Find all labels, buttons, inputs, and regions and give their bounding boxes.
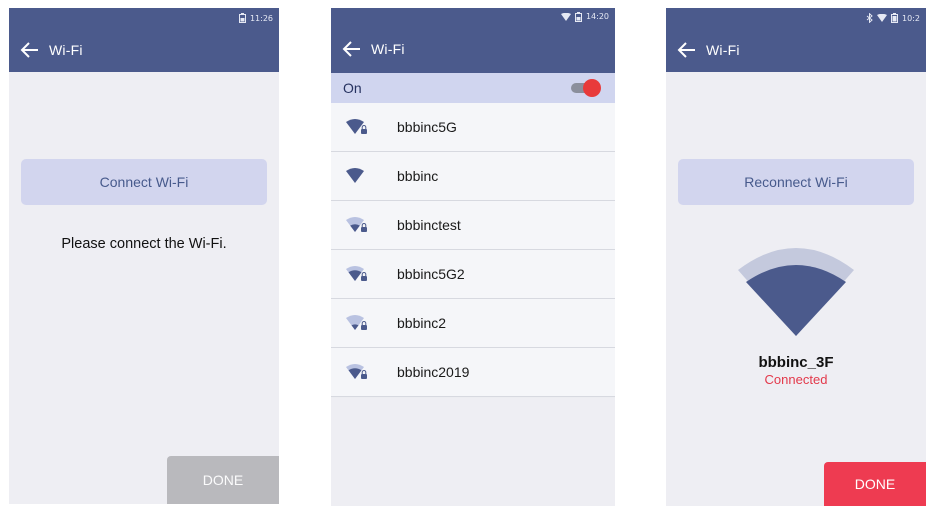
- network-ssid: bbbinc: [397, 168, 439, 184]
- connect-wifi-screen: 11:26 Wi-Fi Connect Wi-Fi Please connect…: [9, 8, 279, 504]
- network-ssid: bbbinc5G: [397, 119, 457, 135]
- wifi-locked-icon: [346, 315, 367, 330]
- network-item[interactable]: bbbinc5G2: [331, 250, 615, 299]
- status-time: 14:20: [585, 12, 609, 21]
- done-button[interactable]: DONE: [167, 456, 279, 504]
- reconnect-wifi-screen: 10:2 Wi-Fi Reconnect Wi-Fi bbbinc_3F Con…: [666, 8, 926, 506]
- status-bar: 14:20: [331, 8, 615, 25]
- network-item[interactable]: bbbinc5G: [331, 103, 615, 152]
- back-arrow-icon[interactable]: [341, 38, 363, 60]
- wifi-signal-icon: [738, 248, 854, 336]
- app-bar: Wi-Fi: [331, 25, 615, 73]
- done-button[interactable]: DONE: [824, 462, 926, 506]
- wifi-toggle-label: On: [343, 80, 362, 96]
- wifi-locked-icon: [346, 364, 367, 379]
- connection-status: Connected: [764, 372, 828, 387]
- app-bar: Wi-Fi: [9, 28, 279, 72]
- wifi-toggle-row[interactable]: On: [331, 73, 615, 103]
- list-empty-area: [331, 398, 615, 506]
- network-ssid: bbbinctest: [397, 217, 461, 233]
- wifi-list-screen: 14:20 Wi-Fi On bbbinc5G bbbinc bbbinctes…: [331, 8, 615, 506]
- bluetooth-icon: [866, 13, 873, 23]
- reconnect-wifi-button[interactable]: Reconnect Wi-Fi: [678, 159, 914, 205]
- battery-icon: [891, 13, 899, 23]
- connected-ssid: bbbinc_3F: [758, 354, 834, 371]
- status-time: 10:2: [902, 13, 920, 23]
- wifi-locked-icon: [346, 266, 367, 281]
- status-bar: 11:26: [9, 8, 279, 28]
- wifi-locked-icon: [346, 217, 367, 232]
- page-title: Wi-Fi: [49, 42, 83, 58]
- network-ssid: bbbinc2019: [397, 364, 470, 380]
- back-arrow-icon[interactable]: [676, 39, 698, 61]
- wifi-status-icon: [877, 14, 888, 22]
- wifi-status-icon: [560, 12, 571, 21]
- network-list: bbbinc5G bbbinc bbbinctest bbbinc5G2 bbb…: [331, 103, 615, 397]
- page-title: Wi-Fi: [706, 42, 740, 58]
- wifi-toggle-switch[interactable]: [571, 79, 601, 97]
- back-arrow-icon[interactable]: [19, 39, 41, 61]
- toggle-knob: [583, 79, 601, 97]
- page-title: Wi-Fi: [371, 41, 405, 57]
- wifi-full-icon: [346, 168, 364, 183]
- network-item[interactable]: bbbinctest: [331, 201, 615, 250]
- status-bar: 10:2: [666, 8, 926, 28]
- network-ssid: bbbinc5G2: [397, 266, 465, 282]
- status-time: 11:26: [249, 13, 273, 23]
- battery-icon: [574, 11, 582, 22]
- network-ssid: bbbinc2: [397, 315, 447, 331]
- connect-wifi-button[interactable]: Connect Wi-Fi: [21, 159, 267, 205]
- app-bar: Wi-Fi: [666, 28, 926, 72]
- wifi-locked-icon: [346, 119, 367, 134]
- battery-icon: [238, 13, 246, 23]
- connect-message: Please connect the Wi-Fi.: [61, 236, 227, 252]
- network-item[interactable]: bbbinc2019: [331, 348, 615, 397]
- network-item[interactable]: bbbinc: [331, 152, 615, 201]
- network-item[interactable]: bbbinc2: [331, 299, 615, 348]
